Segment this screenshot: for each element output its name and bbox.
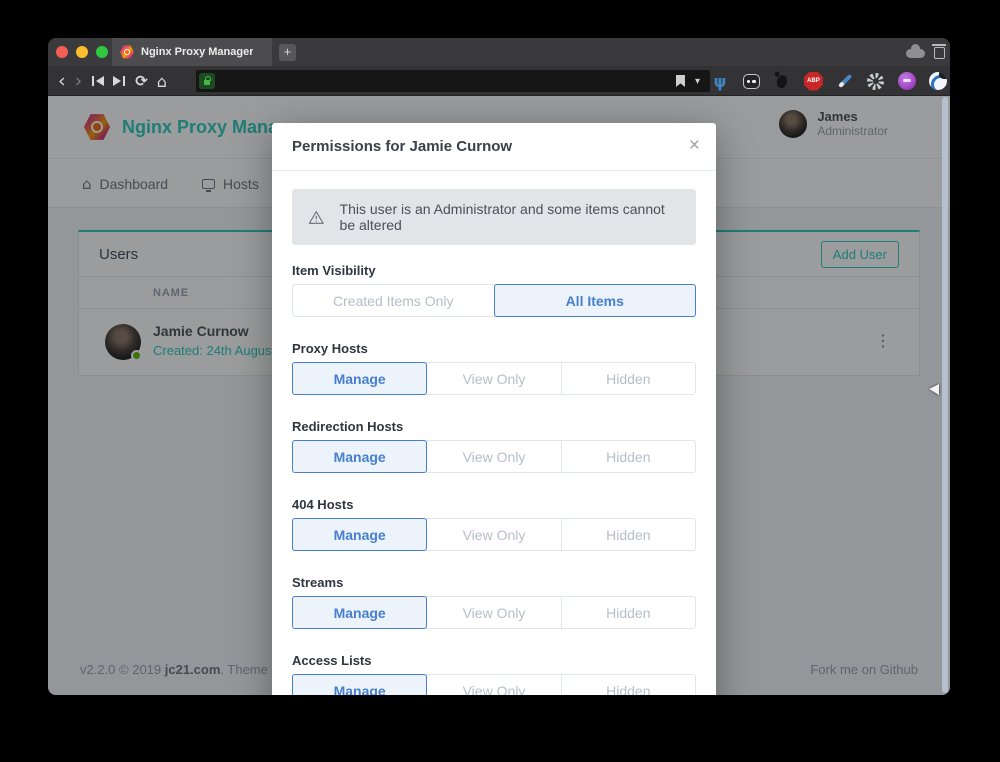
option-hidden[interactable]: Hidden xyxy=(561,596,696,629)
back-button[interactable]: ‹ xyxy=(58,67,66,95)
forward-button[interactable]: › xyxy=(75,67,83,95)
option-view-only[interactable]: View Only xyxy=(426,518,561,551)
favicon-npm-icon xyxy=(120,45,134,59)
proxy-hosts-label: Proxy Hosts xyxy=(292,341,696,356)
mouse-cursor xyxy=(929,384,939,395)
minimize-window-button[interactable] xyxy=(76,46,88,58)
address-bar[interactable]: ▾ xyxy=(196,70,710,92)
browser-window: Nginx Proxy Manager + ‹ › ⟳ ⌂ ▾ xyxy=(48,38,950,695)
page-scrollbar[interactable] xyxy=(942,97,948,693)
nav-buttons: ‹ › ⟳ ⌂ xyxy=(58,66,167,96)
cloud-sync-icon[interactable] xyxy=(906,49,925,58)
browser-tab[interactable]: Nginx Proxy Manager xyxy=(112,38,272,66)
trash-icon[interactable] xyxy=(934,47,945,59)
option-manage[interactable]: Manage xyxy=(292,362,427,395)
extension-pen-icon[interactable] xyxy=(835,71,855,91)
extension-icons: ψ ABP xyxy=(710,66,950,96)
option-view-only[interactable]: View Only xyxy=(426,362,561,395)
admin-alert: This user is an Administrator and some i… xyxy=(292,189,696,245)
option-manage[interactable]: Manage xyxy=(292,674,427,695)
option-hidden[interactable]: Hidden xyxy=(561,674,696,695)
extension-power-icon[interactable] xyxy=(928,71,948,91)
option-view-only[interactable]: View Only xyxy=(426,674,561,695)
option-manage[interactable]: Manage xyxy=(292,518,427,551)
permissions-modal: Permissions for Jamie Curnow × This user… xyxy=(272,123,716,695)
access-lists-label: Access Lists xyxy=(292,653,696,668)
streams-group: Manage View Only Hidden xyxy=(292,596,696,629)
zoom-window-button[interactable] xyxy=(96,46,108,58)
option-all-items[interactable]: All Items xyxy=(494,284,697,317)
alert-text: This user is an Administrator and some i… xyxy=(340,201,680,233)
proxy-hosts-group: Manage View Only Hidden xyxy=(292,362,696,395)
streams-label: Streams xyxy=(292,575,696,590)
option-hidden[interactable]: Hidden xyxy=(561,518,696,551)
extension-purple-icon[interactable] xyxy=(897,71,917,91)
reload-button[interactable]: ⟳ xyxy=(135,72,148,90)
tab-title: Nginx Proxy Manager xyxy=(141,46,253,58)
https-lock-icon[interactable] xyxy=(199,73,215,89)
screenshot-stage: Nginx Proxy Manager + ‹ › ⟳ ⌂ ▾ xyxy=(0,0,1000,762)
option-manage[interactable]: Manage xyxy=(292,596,427,629)
redirection-hosts-label: Redirection Hosts xyxy=(292,419,696,434)
extension-discord-icon[interactable] xyxy=(741,71,761,91)
chevron-down-icon[interactable]: ▾ xyxy=(695,76,700,87)
extension-gear-flower-icon[interactable] xyxy=(866,71,886,91)
item-visibility-group: Created Items Only All Items xyxy=(292,284,696,317)
browser-tab-bar: Nginx Proxy Manager + xyxy=(48,38,950,66)
page-viewport: Nginx Proxy Manager James Administrator … xyxy=(48,96,950,695)
close-icon[interactable]: × xyxy=(689,135,700,157)
option-hidden[interactable]: Hidden xyxy=(561,440,696,473)
browser-toolbar: ‹ › ⟳ ⌂ ▾ ψ ABP xyxy=(48,66,950,96)
modal-title: Permissions for Jamie Curnow xyxy=(292,138,512,155)
404-hosts-label: 404 Hosts xyxy=(292,497,696,512)
close-window-button[interactable] xyxy=(56,46,68,58)
option-view-only[interactable]: View Only xyxy=(426,596,561,629)
bookmark-icon[interactable] xyxy=(676,75,685,87)
fast-forward-button[interactable] xyxy=(113,76,126,86)
extension-gnome-foot-icon[interactable] xyxy=(772,71,792,91)
option-view-only[interactable]: View Only xyxy=(426,440,561,473)
extension-adblock-plus-icon[interactable]: ABP xyxy=(803,71,823,91)
access-lists-group: Manage View Only Hidden xyxy=(292,674,696,695)
warning-icon xyxy=(308,208,325,227)
option-manage[interactable]: Manage xyxy=(292,440,427,473)
new-tab-button[interactable]: + xyxy=(279,44,296,61)
redirection-hosts-group: Manage View Only Hidden xyxy=(292,440,696,473)
window-controls xyxy=(56,46,108,58)
home-button[interactable]: ⌂ xyxy=(157,72,167,91)
option-hidden[interactable]: Hidden xyxy=(561,362,696,395)
extension-stylus-icon[interactable]: ψ xyxy=(710,71,730,91)
rewind-button[interactable] xyxy=(91,76,104,86)
404-hosts-group: Manage View Only Hidden xyxy=(292,518,696,551)
option-created-items-only[interactable]: Created Items Only xyxy=(292,284,495,317)
item-visibility-label: Item Visibility xyxy=(292,263,696,278)
